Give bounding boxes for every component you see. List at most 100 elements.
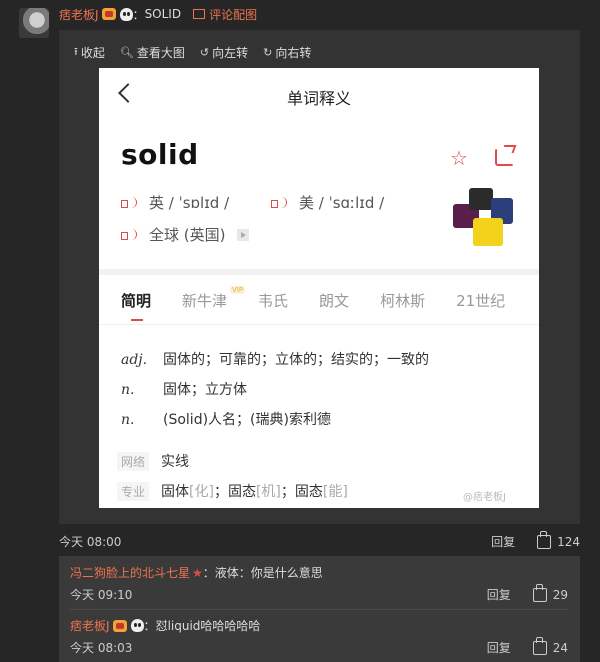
part-of-speech: adj.	[121, 352, 148, 368]
pro-domain: [能]	[322, 484, 348, 500]
crown-badge-icon	[101, 8, 116, 20]
reply-time: 今天 09:10	[70, 588, 133, 602]
search-icon: 🔍︎	[119, 46, 134, 59]
share-icon	[495, 148, 514, 166]
definition-row: n. 固体；立方体	[121, 379, 247, 399]
reply-text: 怼liquid哈哈哈哈哈	[155, 619, 261, 633]
network-row: 网络 实线	[117, 451, 189, 471]
network-tag: 网络	[117, 451, 150, 471]
rotate-right-label: 向右转	[275, 46, 312, 60]
pro-part: ；固态	[280, 484, 323, 500]
definition-text: 固体的；可靠的；立体的；结实的；一致的	[163, 352, 429, 368]
reply-username[interactable]: 冯二狗脸上的北斗七星	[70, 564, 190, 581]
professional-row: 专业 固体 [化] ；固态 [机] ；固态 [能]	[117, 481, 348, 501]
thumbs-up-icon	[537, 530, 552, 549]
pron-global-text: 全球 (英国)	[149, 226, 226, 244]
blocks-illustration	[451, 184, 519, 252]
section-divider	[99, 269, 539, 275]
reply-button[interactable]: 回复	[491, 533, 515, 550]
comment-text: SOLID	[144, 7, 182, 21]
reply-username[interactable]: 痞老板J	[70, 617, 110, 634]
reply-time: 今天 08:03	[70, 641, 133, 655]
pron-us-text: 美 / ˈsɑːlɪd /	[299, 194, 385, 212]
comment-pic-link[interactable]: 评论配图	[193, 6, 257, 23]
definition-text: (Solid)人名；(瑞典)索利德	[163, 412, 331, 428]
definition-text: 固体；立方体	[163, 382, 247, 398]
like-count: 29	[552, 587, 568, 602]
reply-button[interactable]: 回复	[487, 639, 511, 656]
reply-divider	[70, 609, 568, 610]
speaker-icon	[271, 196, 289, 210]
pro-part: 固体	[161, 484, 190, 500]
pro-domain: [机]	[255, 484, 281, 500]
tab-xinniujin[interactable]: 新牛津 VIP	[182, 286, 246, 311]
comment-image[interactable]: 单词释义 solid ☆ 英 / ˈsɒlɪd / 美 / ˈsɑːlɪd / …	[99, 68, 539, 508]
collapse-label: 收起	[80, 46, 105, 60]
collapse-button[interactable]: ⭱ 收起	[74, 43, 105, 62]
tab-weishi[interactable]: 韦氏	[258, 290, 288, 311]
network-text: 实线	[161, 454, 190, 470]
rotate-right-button[interactable]: ↻ 向右转	[263, 43, 311, 62]
speaker-icon	[121, 228, 139, 242]
pro-part: ；固态	[213, 484, 256, 500]
pron-uk: 英 / ˈsɒlɪd /	[121, 192, 229, 213]
tab-langwen[interactable]: 朗文	[319, 290, 349, 311]
thumbs-up-icon	[532, 636, 547, 655]
reply-line: 冯二狗脸上的北斗七星 ★ ： 液体：你是什么意思	[70, 564, 323, 581]
play-icon	[237, 228, 250, 241]
comment-meta: 今天 08:00 回复 124	[59, 530, 580, 550]
pron-us: 美 / ˈsɑːlɪd /	[271, 192, 384, 213]
like-button[interactable]: 124	[537, 530, 580, 549]
star-icon: ☆	[450, 146, 468, 170]
view-large-button[interactable]: 🔍︎ 查看大图	[120, 43, 185, 62]
like-button[interactable]: 24	[532, 636, 568, 655]
comment-time: 今天 08:00	[59, 535, 122, 549]
like-button[interactable]: 29	[532, 583, 568, 602]
dict-word: solid	[121, 138, 199, 171]
reply-text: 液体：你是什么意思	[214, 566, 323, 580]
tab-jianming[interactable]: 简明	[121, 290, 151, 321]
definition-row: adj. 固体的；可靠的；立体的；结实的；一致的	[121, 349, 429, 369]
pron-uk-text: 英 / ˈsɒlɪd /	[149, 194, 230, 212]
vip-badge: VIP	[229, 286, 246, 294]
comment-header: 痞老板J ： SOLID 评论配图	[59, 6, 257, 22]
rotate-left-icon: ↺	[199, 46, 210, 59]
reply-line: 痞老板J ： 怼liquid哈哈哈哈哈	[70, 617, 260, 634]
ghost-badge-icon	[119, 7, 133, 21]
star-badge-icon: ★	[192, 565, 203, 580]
image-toolbar: ⭱ 收起 🔍︎ 查看大图 ↺ 向左转 ↻ 向右转	[74, 43, 311, 62]
tab-kelinsi[interactable]: 柯林斯	[380, 290, 425, 311]
tab-underline	[99, 324, 539, 325]
pro-domain: [化]	[189, 484, 214, 500]
thumbs-up-icon	[532, 583, 547, 602]
rotate-right-icon: ↻	[263, 46, 273, 59]
colon: ：	[132, 7, 145, 22]
ghost-badge-icon	[130, 619, 144, 632]
image-icon	[193, 9, 206, 19]
watermark: @痞老板J	[463, 492, 506, 503]
like-count: 24	[552, 640, 568, 655]
rotate-left-label: 向左转	[212, 46, 249, 60]
tab-xinniujin-label: 新牛津	[182, 292, 228, 310]
username-link[interactable]: 痞老板J	[59, 6, 99, 23]
like-count: 124	[557, 534, 580, 549]
part-of-speech: n.	[121, 412, 135, 428]
view-large-label: 查看大图	[136, 46, 185, 60]
speaker-icon	[121, 196, 139, 210]
reply-meta: 今天 08:03 回复 24	[70, 636, 568, 656]
crown-badge-icon	[112, 619, 127, 632]
rotate-left-button[interactable]: ↺ 向左转	[200, 43, 248, 62]
pron-global: 全球 (英国)	[121, 224, 250, 245]
reply-button[interactable]: 回复	[487, 586, 511, 603]
dict-header: 单词释义	[99, 68, 539, 123]
upload-arrow-icon: ⭱	[74, 45, 78, 58]
professional-tag: 专业	[117, 481, 150, 501]
part-of-speech: n.	[121, 382, 135, 398]
avatar[interactable]	[19, 8, 49, 38]
dict-tabs: 简明 新牛津 VIP 韦氏 朗文 柯林斯 21世纪	[121, 286, 536, 321]
colon: ：	[143, 619, 156, 633]
tab-21shiji[interactable]: 21世纪	[456, 290, 505, 311]
definition-row: n. (Solid)人名；(瑞典)索利德	[121, 409, 331, 429]
dict-header-title: 单词释义	[286, 89, 351, 108]
comment-pic-label: 评论配图	[209, 7, 258, 22]
